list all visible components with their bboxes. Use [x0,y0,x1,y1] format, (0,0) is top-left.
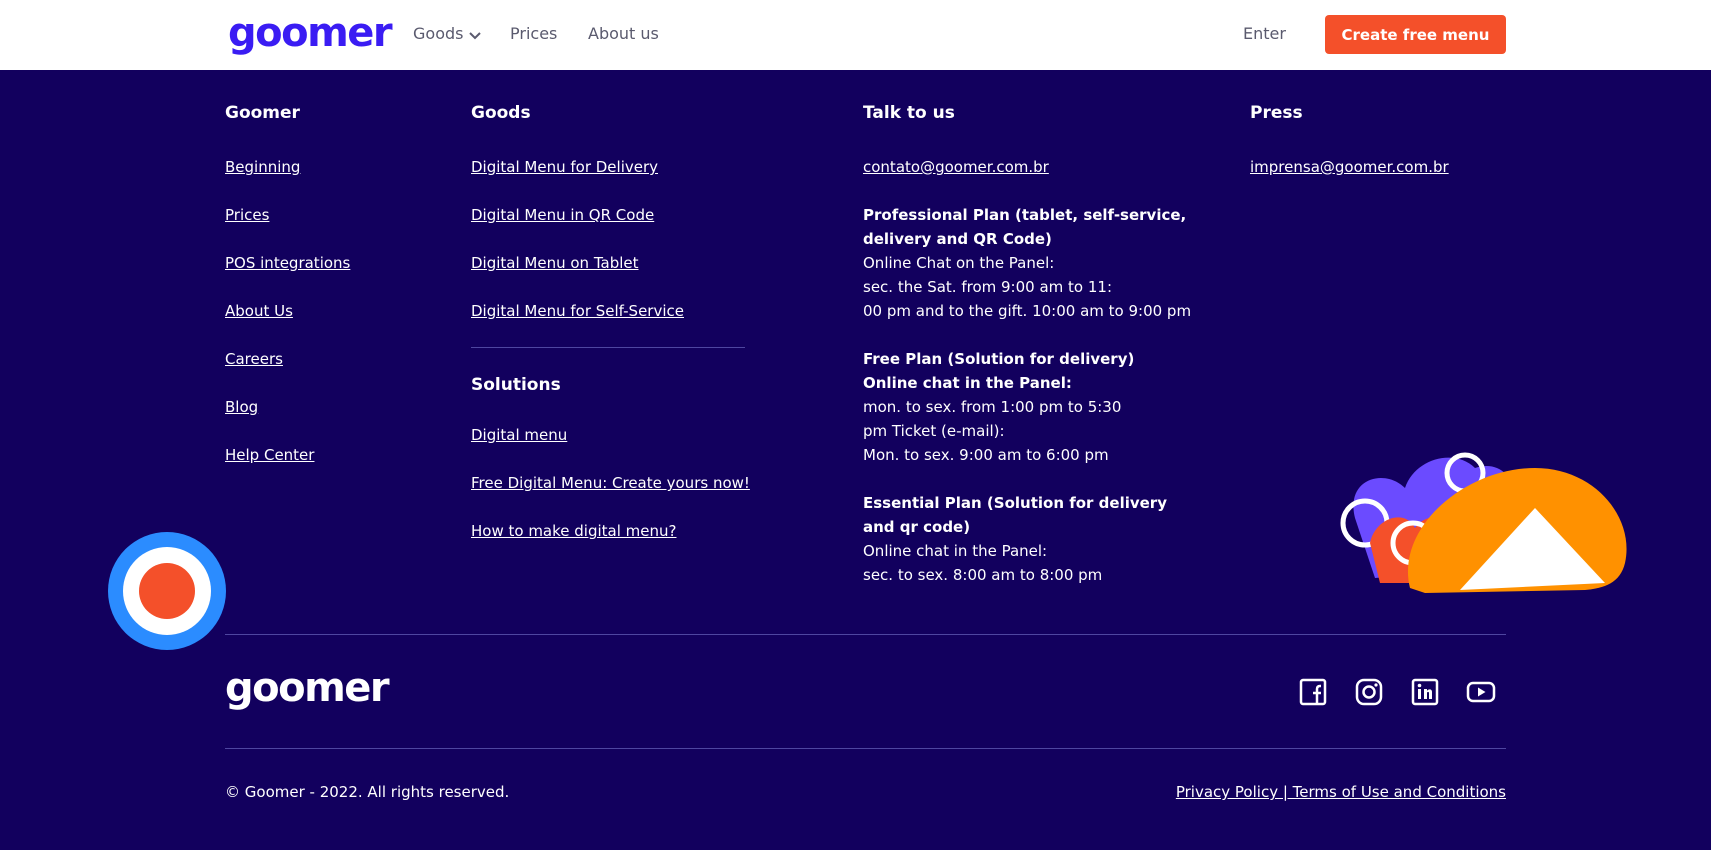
footer-goods-heading: Goods [471,103,531,123]
footer-link-help-center[interactable]: Help Center [225,446,314,464]
essential-plan-title: Essential Plan (Solution for delivery an… [863,494,1167,536]
brand-logo[interactable]: goomer [228,8,393,58]
footer-link-pos-integrations[interactable]: POS integrations [225,254,350,272]
professional-plan-line: Online Chat on the Panel: [863,254,1055,272]
free-plan-line: Online chat in the Panel: [863,374,1072,392]
professional-plan-line: 00 pm and to the gift. 10:00 am to 9:00 … [863,302,1192,320]
create-free-menu-button[interactable]: Create free menu [1325,15,1506,54]
essential-plan-info: Essential Plan (Solution for delivery an… [863,491,1193,587]
footer-link-menu-qr-code[interactable]: Digital Menu in QR Code [471,206,654,224]
youtube-icon[interactable] [1466,677,1496,707]
footer-link-menu-self-service[interactable]: Digital Menu for Self-Service [471,302,684,320]
footer-link-menu-delivery[interactable]: Digital Menu for Delivery [471,158,658,176]
footer-link-beginning[interactable]: Beginning [225,158,300,176]
essential-plan-line: Online chat in the Panel: [863,542,1048,560]
footer-press-heading: Press [1250,103,1303,123]
facebook-icon[interactable] [1298,677,1328,707]
free-plan-line: Mon. to sex. 9:00 am to 6:00 pm [863,446,1109,464]
professional-plan-title: Professional Plan (tablet, self-service,… [863,206,1187,248]
footer-link-about-us[interactable]: About Us [225,302,293,320]
instagram-icon[interactable] [1354,677,1384,707]
nav-goods[interactable]: Goods [413,24,482,44]
press-email-link[interactable]: imprensa@goomer.com.br [1250,158,1449,176]
linkedin-icon[interactable] [1410,677,1440,707]
free-plan-info: Free Plan (Solution for delivery) Online… [863,347,1193,467]
taco-illustration [1335,448,1630,602]
free-plan-title: Free Plan (Solution for delivery) [863,350,1135,368]
footer-link-blog[interactable]: Blog [225,398,258,416]
professional-plan-line: sec. the Sat. from 9:00 am to 11: [863,278,1113,296]
chevron-down-icon [469,25,482,44]
legal-links[interactable]: Privacy Policy | Terms of Use and Condit… [1176,783,1506,801]
free-plan-line: pm Ticket (e-mail): [863,422,1005,440]
nav-goods-label: Goods [413,24,464,43]
footer-divider [225,634,1506,635]
footer-link-how-to-make-menu[interactable]: How to make digital menu? [471,522,676,540]
free-plan-line: mon. to sex. from 1:00 pm to 5:30 [863,398,1122,416]
footer-link-careers[interactable]: Careers [225,350,283,368]
top-navbar: goomer Goods Prices About us Enter Creat… [0,0,1711,70]
footer-brand-logo: goomer [225,665,390,711]
target-illustration [106,530,228,656]
footer-goomer-heading: Goomer [225,103,300,123]
footer-link-prices[interactable]: Prices [225,206,269,224]
footer-talk-heading: Talk to us [863,103,955,123]
enter-link[interactable]: Enter [1243,24,1286,43]
professional-plan-info: Professional Plan (tablet, self-service,… [863,203,1193,323]
essential-plan-line: sec. to sex. 8:00 am to 8:00 pm [863,566,1103,584]
nav-about-us[interactable]: About us [588,24,659,43]
footer-link-digital-menu[interactable]: Digital menu [471,426,567,444]
goods-divider [471,347,745,348]
copyright-text: © Goomer - 2022. All rights reserved. [225,783,510,801]
footer-link-free-digital-menu[interactable]: Free Digital Menu: Create yours now! [471,474,750,492]
contact-email-link[interactable]: contato@goomer.com.br [863,158,1049,176]
footer-solutions-heading: Solutions [471,375,561,395]
footer-link-menu-tablet[interactable]: Digital Menu on Tablet [471,254,639,272]
footer-divider [225,748,1506,749]
nav-prices[interactable]: Prices [510,24,557,43]
